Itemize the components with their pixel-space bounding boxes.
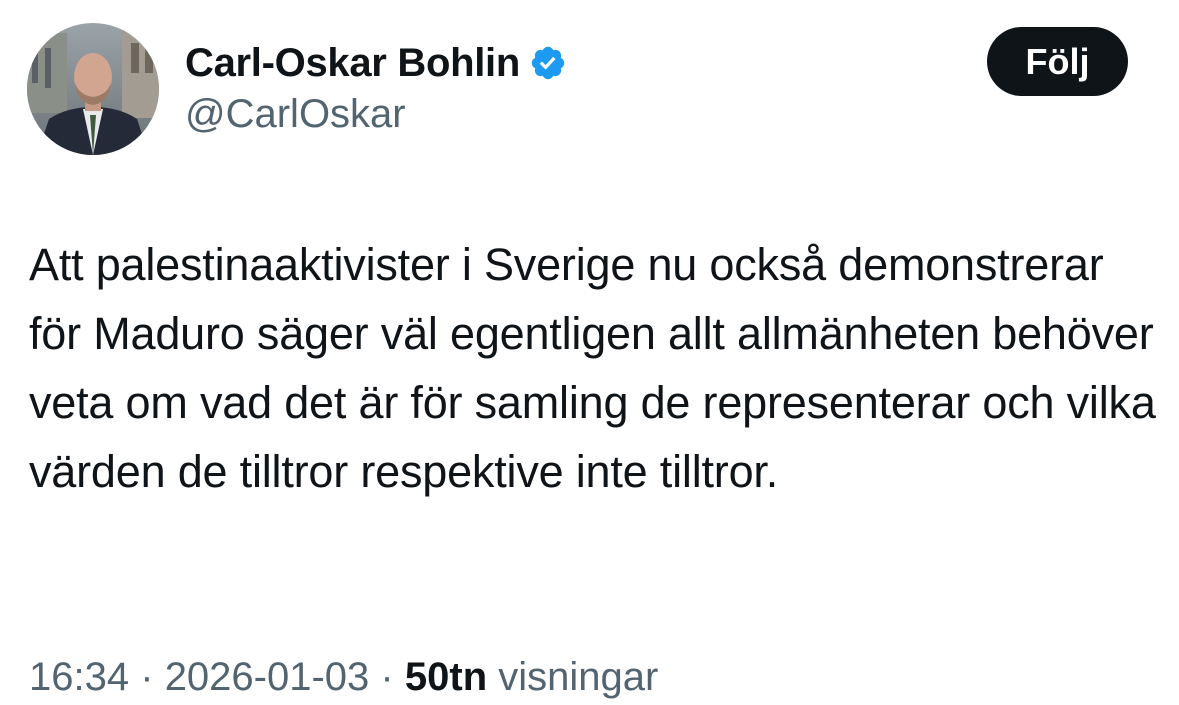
tweet-time[interactable]: 16:34 [29, 655, 129, 699]
author-display-name[interactable]: Carl-Oskar Bohlin [185, 41, 520, 86]
meta-separator: · [380, 655, 394, 699]
avatar[interactable] [27, 23, 159, 155]
meta-separator: · [140, 655, 154, 699]
avatar-photo [27, 23, 159, 155]
views-count[interactable]: 50tn [405, 655, 487, 699]
follow-button[interactable]: Följ [987, 27, 1128, 96]
author-handle[interactable]: @CarlOskar [185, 92, 406, 137]
verified-badge-icon [529, 44, 567, 82]
views-label[interactable]: visningar [498, 655, 658, 699]
tweet-text: Att palestinaaktivister i Sverige nu ock… [29, 239, 1156, 497]
tweet-date[interactable]: 2026-01-03 [165, 655, 370, 699]
author-name-row: Carl-Oskar Bohlin [185, 38, 567, 88]
tweet-meta: 16:34 · 2026-01-03 · 50tn visningar [29, 655, 658, 700]
